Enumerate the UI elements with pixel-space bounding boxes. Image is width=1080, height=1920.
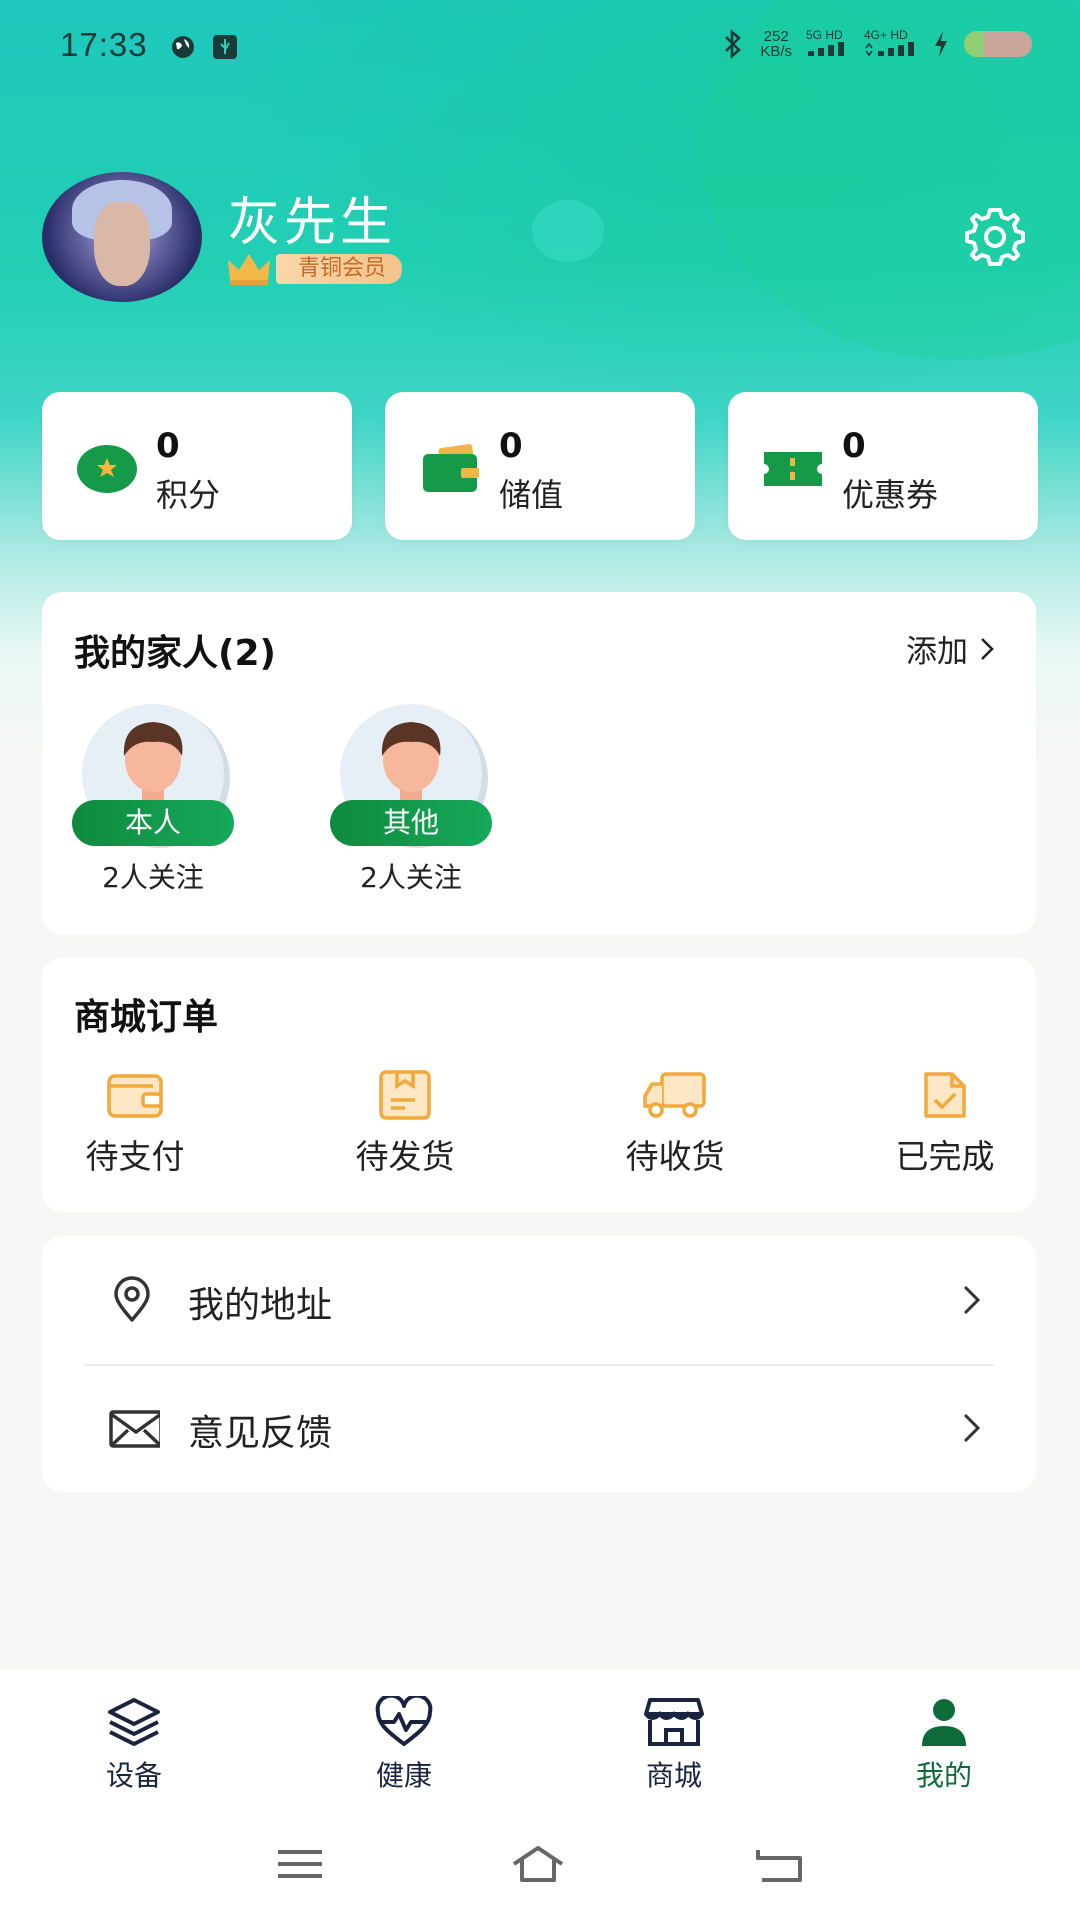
chevron-right-icon — [981, 637, 994, 660]
settings-menu-card: 我的地址 意见反馈 — [42, 1236, 1036, 1492]
globe-icon — [172, 36, 194, 58]
points-card[interactable]: 0 积分 — [42, 392, 352, 540]
order-completed[interactable]: 已完成 — [870, 1070, 1020, 1178]
tab-mall[interactable]: 商城 — [604, 1696, 744, 1794]
add-family-label: 添加 — [906, 634, 968, 670]
envelope-icon — [109, 1410, 160, 1448]
family-card: 我的家人(2) 添加 本人 2人关注 其他 2人关注 — [42, 592, 1036, 934]
points-coin-icon — [77, 445, 137, 493]
chevron-right-icon — [963, 1413, 981, 1443]
family-member-self[interactable]: 本人 2人关注 — [72, 704, 234, 894]
coupon-card[interactable]: 0 优惠券 — [728, 392, 1038, 540]
menu-lines-icon[interactable] — [272, 1842, 328, 1886]
stored-value-value: 0 — [499, 426, 523, 466]
wallet-icon — [423, 444, 479, 492]
member-level-badge: 青铜会员 — [276, 254, 403, 284]
coupon-ticket-icon — [764, 452, 822, 486]
status-bar: 17:33 252 KB/s 5G HD 4G+ HD — [0, 0, 1080, 96]
menu-feedback[interactable]: 意见反馈 — [42, 1364, 1036, 1492]
settings-gear-icon[interactable] — [962, 204, 1028, 270]
package-box-icon — [379, 1070, 431, 1120]
charging-icon — [935, 31, 947, 57]
user-person-icon — [922, 1699, 966, 1746]
wallet-outline-icon — [107, 1074, 163, 1118]
store-front-icon — [644, 1698, 704, 1746]
order-pending-receipt[interactable]: 待收货 — [600, 1070, 750, 1178]
crown-icon — [228, 254, 270, 285]
user-avatar[interactable] — [42, 172, 202, 302]
stored-value-label: 储值 — [499, 476, 564, 514]
back-icon[interactable] — [752, 1842, 808, 1886]
member-followers-other: 2人关注 — [360, 861, 462, 894]
add-family-button[interactable]: 添加 — [906, 626, 996, 671]
document-check-icon — [924, 1072, 966, 1118]
user-name[interactable]: 灰先生 — [228, 180, 396, 255]
order-pending-shipment[interactable]: 待发货 — [330, 1070, 480, 1178]
battery-indicator — [964, 31, 1032, 57]
family-member-other[interactable]: 其他 2人关注 — [330, 704, 492, 894]
points-value: 0 — [156, 426, 180, 466]
location-pin-icon — [114, 1276, 150, 1322]
mall-orders-card: 商城订单 待支付 待发货 待收货 已完成 — [42, 958, 1036, 1212]
bluetooth-icon — [725, 29, 742, 59]
system-navigation-bar — [0, 1808, 1080, 1920]
delivery-truck-icon — [643, 1072, 706, 1118]
home-icon[interactable] — [510, 1842, 566, 1886]
stored-value-card[interactable]: 0 储值 — [385, 392, 695, 540]
usb-debug-icon — [213, 35, 237, 59]
heart-pulse-icon — [375, 1696, 433, 1746]
tab-devices[interactable]: 设备 — [64, 1696, 204, 1794]
bottom-tab-bar: 设备 健康 商城 我的 — [0, 1670, 1080, 1808]
network-speed: 252 KB/s — [760, 28, 792, 60]
signal-sim2: 4G+ HD — [864, 29, 918, 60]
coupon-value: 0 — [842, 426, 866, 466]
tab-health[interactable]: 健康 — [334, 1696, 474, 1794]
tab-mine[interactable]: 我的 — [874, 1696, 1014, 1794]
status-time: 17:33 — [60, 26, 148, 63]
orders-title: 商城订单 — [74, 997, 219, 1038]
coupon-label: 优惠券 — [842, 476, 939, 514]
member-followers-self: 2人关注 — [102, 861, 204, 894]
menu-my-address[interactable]: 我的地址 — [42, 1236, 1036, 1364]
member-tag-other: 其他 — [330, 800, 492, 846]
order-pending-payment[interactable]: 待支付 — [60, 1070, 210, 1178]
layers-stack-icon — [108, 1698, 160, 1746]
family-title: 我的家人(2) — [74, 633, 276, 674]
chevron-right-icon — [963, 1285, 981, 1315]
signal-sim1: 5G HD — [806, 29, 850, 60]
points-label: 积分 — [156, 476, 221, 514]
member-tag-self: 本人 — [72, 800, 234, 846]
